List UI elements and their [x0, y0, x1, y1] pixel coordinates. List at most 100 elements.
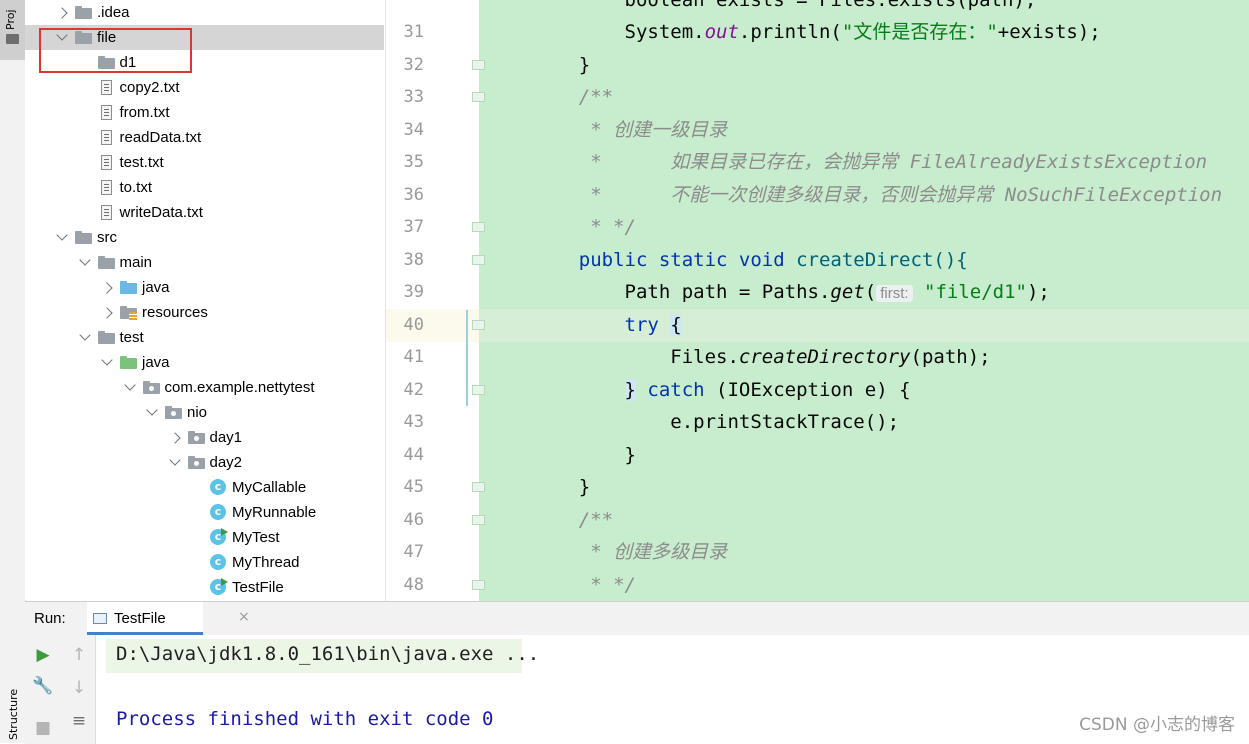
- line-number: 40: [403, 314, 424, 335]
- tree-item-label: nio: [187, 404, 208, 421]
- left-tool-strip: Proj Structure: [0, 0, 26, 743]
- line-number: 44: [403, 444, 424, 465]
- chevron-down-icon[interactable]: [78, 329, 91, 341]
- folder-icon: [75, 231, 92, 244]
- tree-item-testfile[interactable]: c TestFile: [25, 575, 365, 600]
- chevron-right-icon[interactable]: [56, 7, 68, 19]
- tree-item-test[interactable]: test: [25, 325, 365, 350]
- tree-item-label: day2: [209, 454, 243, 471]
- fold-marker-icon[interactable]: [472, 319, 485, 330]
- console-output[interactable]: D:\Java\jdk1.8.0_161\bin\java.exe ... Pr…: [96, 635, 1249, 744]
- code-text: Path path = Paths.: [533, 281, 831, 303]
- project-tool-tab[interactable]: Proj: [0, 0, 25, 60]
- tree-item-writedata-txt[interactable]: writeData.txt: [25, 200, 365, 225]
- fold-marker-icon[interactable]: [472, 254, 485, 265]
- code-line-32: }: [533, 49, 590, 81]
- code-text: +exists);: [997, 21, 1101, 43]
- fold-marker-icon[interactable]: [472, 579, 485, 590]
- line-number: 42: [403, 379, 424, 400]
- chevron-right-icon[interactable]: [101, 282, 113, 294]
- code-text: System.: [533, 21, 705, 43]
- tree-item-label: readData.txt: [119, 129, 202, 146]
- java-class-icon: c: [210, 504, 226, 520]
- fold-marker-icon[interactable]: [472, 514, 485, 525]
- code-text: (IOException e) {: [716, 379, 911, 401]
- stop-icon[interactable]: ■: [32, 717, 54, 739]
- line-number: 31: [403, 22, 424, 42]
- package-icon: [142, 381, 160, 394]
- tree-item-java[interactable]: java: [25, 350, 365, 375]
- tree-item-label: src: [97, 229, 117, 246]
- code-line-42: } catch (IOException e) {: [533, 374, 911, 406]
- chevron-right-icon[interactable]: [168, 432, 181, 444]
- tree-item-readdata-txt[interactable]: readData.txt: [25, 125, 365, 150]
- tree-item-main[interactable]: main: [25, 250, 365, 275]
- code-text: (: [864, 281, 877, 303]
- code-line-40: try {: [533, 309, 682, 341]
- tree-item-java[interactable]: java: [25, 275, 365, 300]
- run-tool-window: Run: TestFile × ▶ ↑ 🔧 ↓ ■ ≡ D:\Java\jdk1…: [25, 601, 1249, 744]
- wrench-icon[interactable]: 🔧: [32, 675, 54, 697]
- matched-brace: }: [624, 379, 636, 401]
- tree-item-copy2-txt[interactable]: copy2.txt: [25, 75, 365, 100]
- line-number: 34: [403, 119, 424, 140]
- tree-item-mythread[interactable]: c MyThread: [25, 550, 365, 575]
- soft-wrap-icon[interactable]: ≡: [68, 710, 90, 732]
- fold-marker-icon[interactable]: [472, 59, 485, 70]
- chevron-down-icon[interactable]: [168, 454, 181, 466]
- code-line-41: Files.createDirectory(path);: [533, 341, 990, 373]
- tree-item-mycallable[interactable]: c MyCallable: [25, 475, 365, 500]
- matched-brace: {: [670, 314, 682, 336]
- tree-item-mytest[interactable]: c MyTest: [25, 525, 365, 550]
- line-number: 33: [403, 87, 424, 107]
- chevron-down-icon[interactable]: [123, 379, 136, 391]
- code-keyword: public static void: [533, 249, 797, 271]
- tree-item-resources[interactable]: resources: [25, 300, 365, 325]
- code-string: "file/d1": [924, 281, 1027, 303]
- chevron-down-icon[interactable]: [78, 254, 91, 266]
- tree-item--idea[interactable]: .idea: [25, 0, 365, 25]
- code-comment: /**: [533, 509, 614, 531]
- tree-item-label: test.txt: [119, 154, 164, 171]
- structure-tool-tab[interactable]: Structure: [7, 689, 20, 740]
- line-number: 36: [403, 184, 424, 205]
- code-line-38: public static void createDirect(){: [533, 244, 968, 276]
- fold-marker-icon[interactable]: [472, 222, 485, 232]
- code-comment: * 创建一级目录: [533, 119, 728, 141]
- tree-item-com-example-nettytest[interactable]: com.example.nettytest: [25, 375, 365, 400]
- code-line-45: }: [533, 471, 590, 503]
- rerun-icon[interactable]: ▶: [32, 644, 54, 666]
- package-icon: [187, 431, 205, 444]
- tree-item-from-txt[interactable]: from.txt: [25, 100, 365, 125]
- tree-item-myrunnable[interactable]: c MyRunnable: [25, 500, 365, 525]
- tree-item-day2[interactable]: day2: [25, 450, 365, 475]
- run-tab-testfile[interactable]: TestFile ×: [87, 602, 250, 635]
- code-text: Files.: [533, 346, 739, 368]
- run-badge-icon: [221, 528, 228, 536]
- text-file-icon: [100, 130, 112, 145]
- tree-item-nio[interactable]: nio: [25, 400, 365, 425]
- tree-item-label: to.txt: [119, 179, 153, 196]
- text-file-icon: [100, 155, 112, 170]
- down-arrow-icon[interactable]: ↓: [68, 677, 90, 699]
- close-icon[interactable]: ×: [238, 609, 250, 625]
- tree-item-to-txt[interactable]: to.txt: [25, 175, 365, 200]
- runnable-class-icon: c: [210, 578, 228, 595]
- chevron-right-icon[interactable]: [101, 307, 113, 319]
- tree-item-test-txt[interactable]: test.txt: [25, 150, 365, 175]
- fold-marker-icon[interactable]: [472, 384, 485, 395]
- up-arrow-icon[interactable]: ↑: [68, 644, 90, 666]
- chevron-down-icon[interactable]: [146, 404, 158, 416]
- run-tab-label: TestFile: [114, 610, 166, 627]
- chevron-down-icon[interactable]: [101, 354, 113, 366]
- line-number: 43: [403, 412, 424, 432]
- code-editor[interactable]: 31 32 33 34 35 36 37 38 39 40 41 42 43 44 45 46 47 48 boo…: [385, 0, 1249, 601]
- chevron-down-icon[interactable]: [56, 229, 68, 241]
- code-comment: * */: [533, 574, 636, 596]
- fold-marker-icon[interactable]: [472, 92, 485, 102]
- code-text: );: [1026, 281, 1050, 303]
- fold-marker-icon[interactable]: [472, 482, 485, 492]
- tree-item-src[interactable]: src: [25, 225, 365, 250]
- tree-item-day1[interactable]: day1: [25, 425, 365, 450]
- code-line-33: /**: [533, 81, 613, 113]
